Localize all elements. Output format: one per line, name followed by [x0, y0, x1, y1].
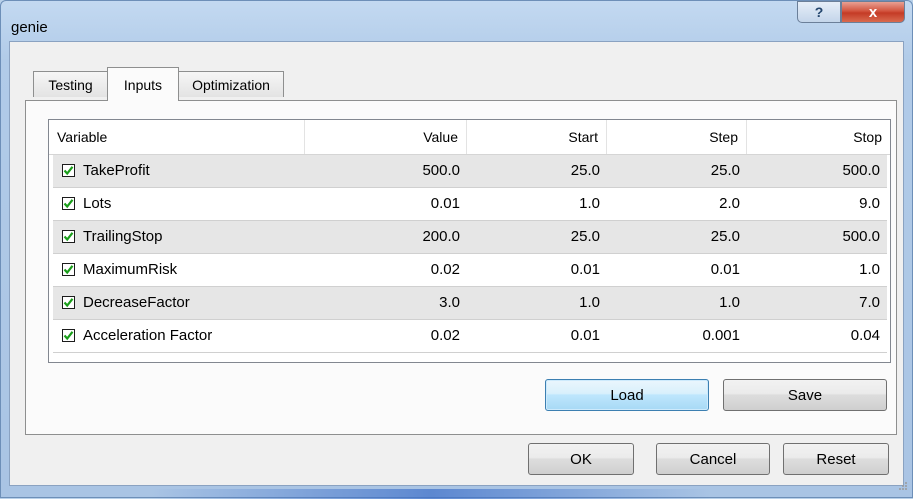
variable-name: TrailingStop — [83, 228, 163, 245]
load-button-label: Load — [610, 386, 644, 404]
question-mark-icon: ? — [814, 4, 824, 20]
tab-label: Inputs — [123, 76, 163, 93]
checkmark-icon — [63, 331, 74, 341]
column-header-start[interactable]: Start — [467, 120, 607, 154]
value-cell[interactable]: 0.01 — [305, 188, 467, 220]
row-checkbox[interactable] — [62, 197, 75, 210]
start-cell[interactable]: 1.0 — [467, 188, 607, 220]
stop-cell[interactable]: 1.0 — [747, 254, 887, 286]
column-header-label: Start — [568, 129, 598, 145]
reset-button[interactable]: Reset — [783, 443, 889, 475]
column-header-label: Variable — [57, 129, 108, 145]
reset-button-label: Reset — [816, 450, 856, 468]
variable-cell[interactable]: MaximumRisk — [53, 254, 305, 286]
checkmark-icon — [63, 199, 74, 209]
table-row[interactable]: DecreaseFactor 3.0 1.0 1.0 7.0 — [53, 287, 887, 319]
variable-cell[interactable]: Acceleration Factor — [53, 320, 305, 352]
row-checkbox[interactable] — [62, 230, 75, 243]
table-row[interactable]: TrailingStop 200.0 25.0 25.0 500.0 — [53, 221, 887, 253]
variable-cell[interactable]: TrailingStop — [53, 221, 305, 253]
ok-button-label: OK — [570, 450, 592, 468]
variable-name: Lots — [83, 195, 112, 212]
window-title: genie — [11, 19, 48, 36]
start-cell[interactable]: 25.0 — [467, 155, 607, 187]
checkmark-icon — [63, 265, 74, 275]
row-checkbox[interactable] — [62, 329, 75, 342]
table-row[interactable]: Acceleration Factor 0.02 0.01 0.001 0.04 — [53, 320, 887, 352]
value-cell[interactable]: 0.02 — [305, 254, 467, 286]
title-bar[interactable]: genie ? x — [1, 1, 912, 41]
column-header-stop[interactable]: Stop — [747, 120, 890, 154]
variable-name: Acceleration Factor — [83, 327, 213, 344]
step-cell[interactable]: 25.0 — [607, 221, 747, 253]
grid-header: Variable Value Start Step Stop — [49, 120, 890, 155]
help-button[interactable]: ? — [797, 1, 841, 23]
value-cell[interactable]: 3.0 — [305, 287, 467, 319]
stop-cell[interactable]: 500.0 — [747, 155, 887, 187]
start-cell[interactable]: 1.0 — [467, 287, 607, 319]
start-cell[interactable]: 25.0 — [467, 221, 607, 253]
close-button[interactable]: x — [841, 1, 905, 23]
step-cell[interactable]: 0.01 — [607, 254, 747, 286]
step-cell[interactable]: 2.0 — [607, 188, 747, 220]
start-cell[interactable]: 0.01 — [467, 320, 607, 352]
variable-name: DecreaseFactor — [83, 294, 190, 311]
close-icon: x — [868, 3, 878, 21]
tab-label: Optimization — [192, 76, 270, 93]
table-row[interactable]: TakeProfit 500.0 25.0 25.0 500.0 — [53, 155, 887, 187]
tab-label: Testing — [48, 76, 93, 93]
step-cell[interactable]: 1.0 — [607, 287, 747, 319]
column-header-value[interactable]: Value — [305, 120, 467, 154]
save-button[interactable]: Save — [723, 379, 887, 411]
step-cell[interactable]: 0.001 — [607, 320, 747, 352]
variable-cell[interactable]: DecreaseFactor — [53, 287, 305, 319]
tab-optimization[interactable]: Optimization — [178, 71, 284, 97]
variable-cell[interactable]: Lots — [53, 188, 305, 220]
row-divider — [53, 352, 887, 353]
tab-testing[interactable]: Testing — [33, 71, 108, 97]
table-row[interactable]: Lots 0.01 1.0 2.0 9.0 — [53, 188, 887, 220]
value-cell[interactable]: 0.02 — [305, 320, 467, 352]
save-button-label: Save — [787, 386, 823, 404]
column-header-step[interactable]: Step — [607, 120, 747, 154]
resize-grip-icon[interactable] — [898, 481, 908, 491]
variable-cell[interactable]: TakeProfit — [53, 155, 305, 187]
checkmark-icon — [63, 166, 74, 176]
stop-cell[interactable]: 0.04 — [747, 320, 887, 352]
table-row[interactable]: MaximumRisk 0.02 0.01 0.01 1.0 — [53, 254, 887, 286]
dialog-window: genie ? x Testing Inputs Optimization Va… — [0, 0, 913, 499]
cancel-button[interactable]: Cancel — [656, 443, 770, 475]
value-cell[interactable]: 200.0 — [305, 221, 467, 253]
load-button[interactable]: Load — [545, 379, 709, 411]
ok-button[interactable]: OK — [528, 443, 634, 475]
cancel-button-label: Cancel — [689, 450, 737, 468]
row-checkbox[interactable] — [62, 164, 75, 177]
row-checkbox[interactable] — [62, 263, 75, 276]
column-header-label: Step — [709, 129, 738, 145]
row-checkbox[interactable] — [62, 296, 75, 309]
tab-inputs[interactable]: Inputs — [107, 67, 179, 101]
value-cell[interactable]: 500.0 — [305, 155, 467, 187]
stop-cell[interactable]: 500.0 — [747, 221, 887, 253]
start-cell[interactable]: 0.01 — [467, 254, 607, 286]
column-header-label: Stop — [853, 129, 882, 145]
column-header-variable[interactable]: Variable — [49, 120, 305, 154]
checkmark-icon — [63, 298, 74, 308]
column-header-label: Value — [423, 129, 458, 145]
stop-cell[interactable]: 7.0 — [747, 287, 887, 319]
variable-name: TakeProfit — [83, 162, 150, 179]
inputs-grid: Variable Value Start Step Stop TakeProfi… — [48, 119, 891, 363]
variable-name: MaximumRisk — [83, 261, 178, 278]
checkmark-icon — [63, 232, 74, 242]
stop-cell[interactable]: 9.0 — [747, 188, 887, 220]
step-cell[interactable]: 25.0 — [607, 155, 747, 187]
